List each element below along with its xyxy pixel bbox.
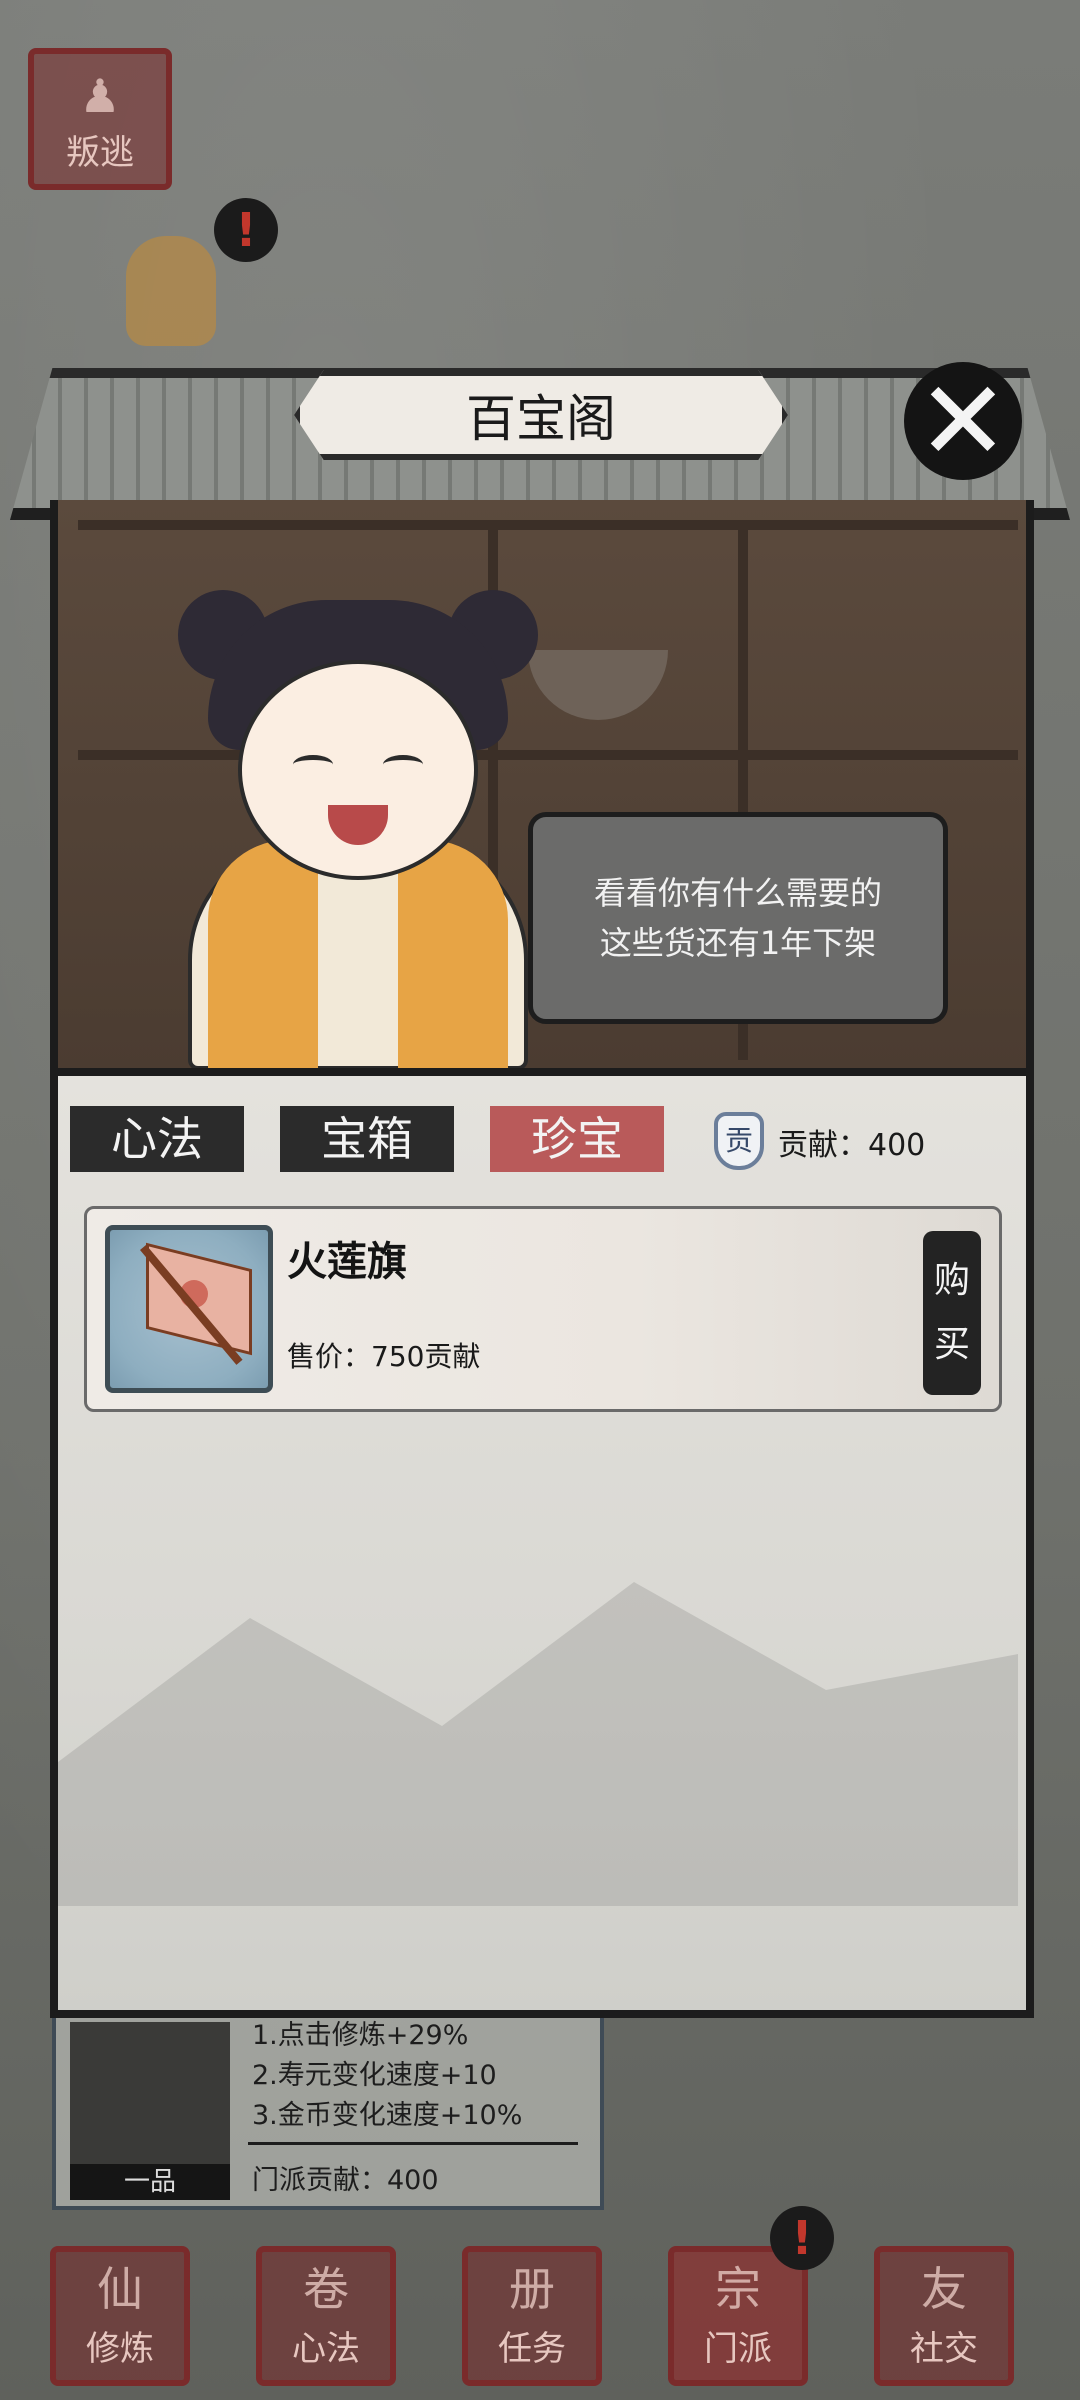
nav-cultivate-label: 修炼 bbox=[86, 2329, 154, 2369]
pet-figure bbox=[126, 236, 216, 346]
alert-icon: ! bbox=[214, 198, 278, 262]
speech-line-2: 这些货还有1年下架 bbox=[599, 924, 877, 962]
fire-lotus-flag-icon bbox=[105, 1225, 273, 1393]
speech-line-1: 看看你有什么需要的 bbox=[593, 874, 882, 912]
close-icon: ✕ bbox=[916, 357, 1010, 485]
shopkeeper-character bbox=[168, 580, 548, 1070]
shelf bbox=[78, 520, 1018, 530]
sect-thumbnail: 一品 bbox=[70, 2022, 230, 2200]
sect-bonus-2: 2.寿元变化速度+10 bbox=[252, 2060, 497, 2091]
sect-bonus-1: 1.点击修炼+29% bbox=[252, 2020, 469, 2051]
nav-tasks[interactable]: 册 任务 bbox=[462, 2246, 602, 2386]
tab-treasure[interactable]: 珍宝 bbox=[490, 1106, 664, 1172]
sect-rank: 一品 bbox=[70, 2164, 230, 2200]
shop-item-card: 火莲旗 售价：750贡献 购 买 bbox=[84, 1206, 1002, 1412]
nav-technique-label: 心法 bbox=[292, 2329, 360, 2369]
sect-building-icon: 宗 bbox=[715, 2262, 761, 2316]
contribution-icon: 贡 bbox=[714, 1112, 764, 1170]
scroll-icon: 卷 bbox=[303, 2262, 349, 2316]
buy-button[interactable]: 购 买 bbox=[923, 1231, 981, 1395]
nav-tasks-label: 任务 bbox=[498, 2329, 566, 2369]
contribution-value: 贡献：400 bbox=[778, 1128, 926, 1163]
social-icon: 友 bbox=[921, 2262, 967, 2316]
bowl-decoration bbox=[528, 650, 668, 720]
figure-icon: ♟ bbox=[79, 69, 121, 123]
nav-social-label: 社交 bbox=[910, 2329, 978, 2369]
speech-bubble: 看看你有什么需要的 这些货还有1年下架 bbox=[528, 812, 948, 1024]
nav-social[interactable]: 友 社交 bbox=[874, 2246, 1014, 2386]
item-price: 售价：750贡献 bbox=[287, 1340, 481, 1373]
item-name: 火莲旗 bbox=[287, 1239, 407, 1285]
task-book-icon: 册 bbox=[509, 2262, 555, 2316]
defect-button[interactable]: ♟ 叛逃 bbox=[28, 48, 172, 190]
close-button[interactable]: ✕ bbox=[904, 362, 1022, 480]
defect-label: 叛逃 bbox=[66, 133, 134, 173]
buy-label-1: 购 bbox=[933, 1260, 970, 1301]
tab-chest[interactable]: 宝箱 bbox=[280, 1106, 454, 1172]
sect-info-panel: 一品 1.点击修炼+29% 2.寿元变化速度+10 3.金币变化速度+10% 门… bbox=[52, 2012, 604, 2210]
cultivate-icon: 仙 bbox=[97, 2262, 143, 2316]
dialog-title: 百宝阁 bbox=[294, 370, 788, 460]
tab-technique[interactable]: 心法 bbox=[70, 1106, 244, 1172]
sect-bonus-3: 3.金币变化速度+10% bbox=[252, 2100, 523, 2131]
mountain-backdrop bbox=[58, 1582, 1018, 1906]
buy-label-2: 买 bbox=[933, 1324, 970, 1365]
sect-contribution: 门派贡献：400 bbox=[252, 2165, 439, 2196]
sect-bonus-list: 1.点击修炼+29% 2.寿元变化速度+10 3.金币变化速度+10% bbox=[252, 2016, 522, 2136]
shop-panel: 心法 宝箱 珍宝 贡 贡献：400 火莲旗 售价：750贡献 购 买 bbox=[50, 1068, 1034, 2018]
sect-alert-icon: ! bbox=[770, 2206, 834, 2270]
nav-technique[interactable]: 卷 心法 bbox=[256, 2246, 396, 2386]
nav-sect-label: 门派 bbox=[704, 2329, 772, 2369]
nav-cultivate[interactable]: 仙 修炼 bbox=[50, 2246, 190, 2386]
nav-sect[interactable]: 宗 门派 bbox=[668, 2246, 808, 2386]
divider bbox=[248, 2142, 578, 2145]
